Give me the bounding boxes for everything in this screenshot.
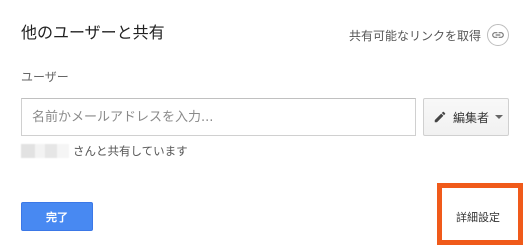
pencil-icon — [434, 111, 446, 123]
get-shareable-link-button[interactable]: 共有可能なリンクを取得 — [349, 23, 509, 47]
done-button[interactable]: 完了 — [21, 202, 93, 231]
link-icon-glyph — [492, 32, 504, 38]
advanced-settings-link[interactable]: 詳細設定 — [456, 209, 500, 225]
users-label: ユーザー — [21, 70, 69, 84]
share-link-label: 共有可能なリンクを取得 — [348, 28, 481, 43]
dialog-title: 他のユーザーと共有 — [21, 23, 165, 42]
role-label: 編集者 — [453, 110, 490, 125]
shared-with-text: さんと共有しています — [73, 144, 188, 158]
link-icon[interactable] — [487, 24, 509, 46]
share-dialog: 他のユーザーと共有 共有可能なリンクを取得 ユーザー 編集者 さんと共有していま… — [0, 0, 529, 252]
shared-with-info: さんと共有しています — [21, 142, 188, 160]
user-email-input[interactable] — [21, 98, 416, 136]
redacted-owner-name — [21, 144, 69, 158]
caret-down-icon — [495, 115, 504, 119]
role-dropdown[interactable]: 編集者 — [423, 98, 509, 136]
